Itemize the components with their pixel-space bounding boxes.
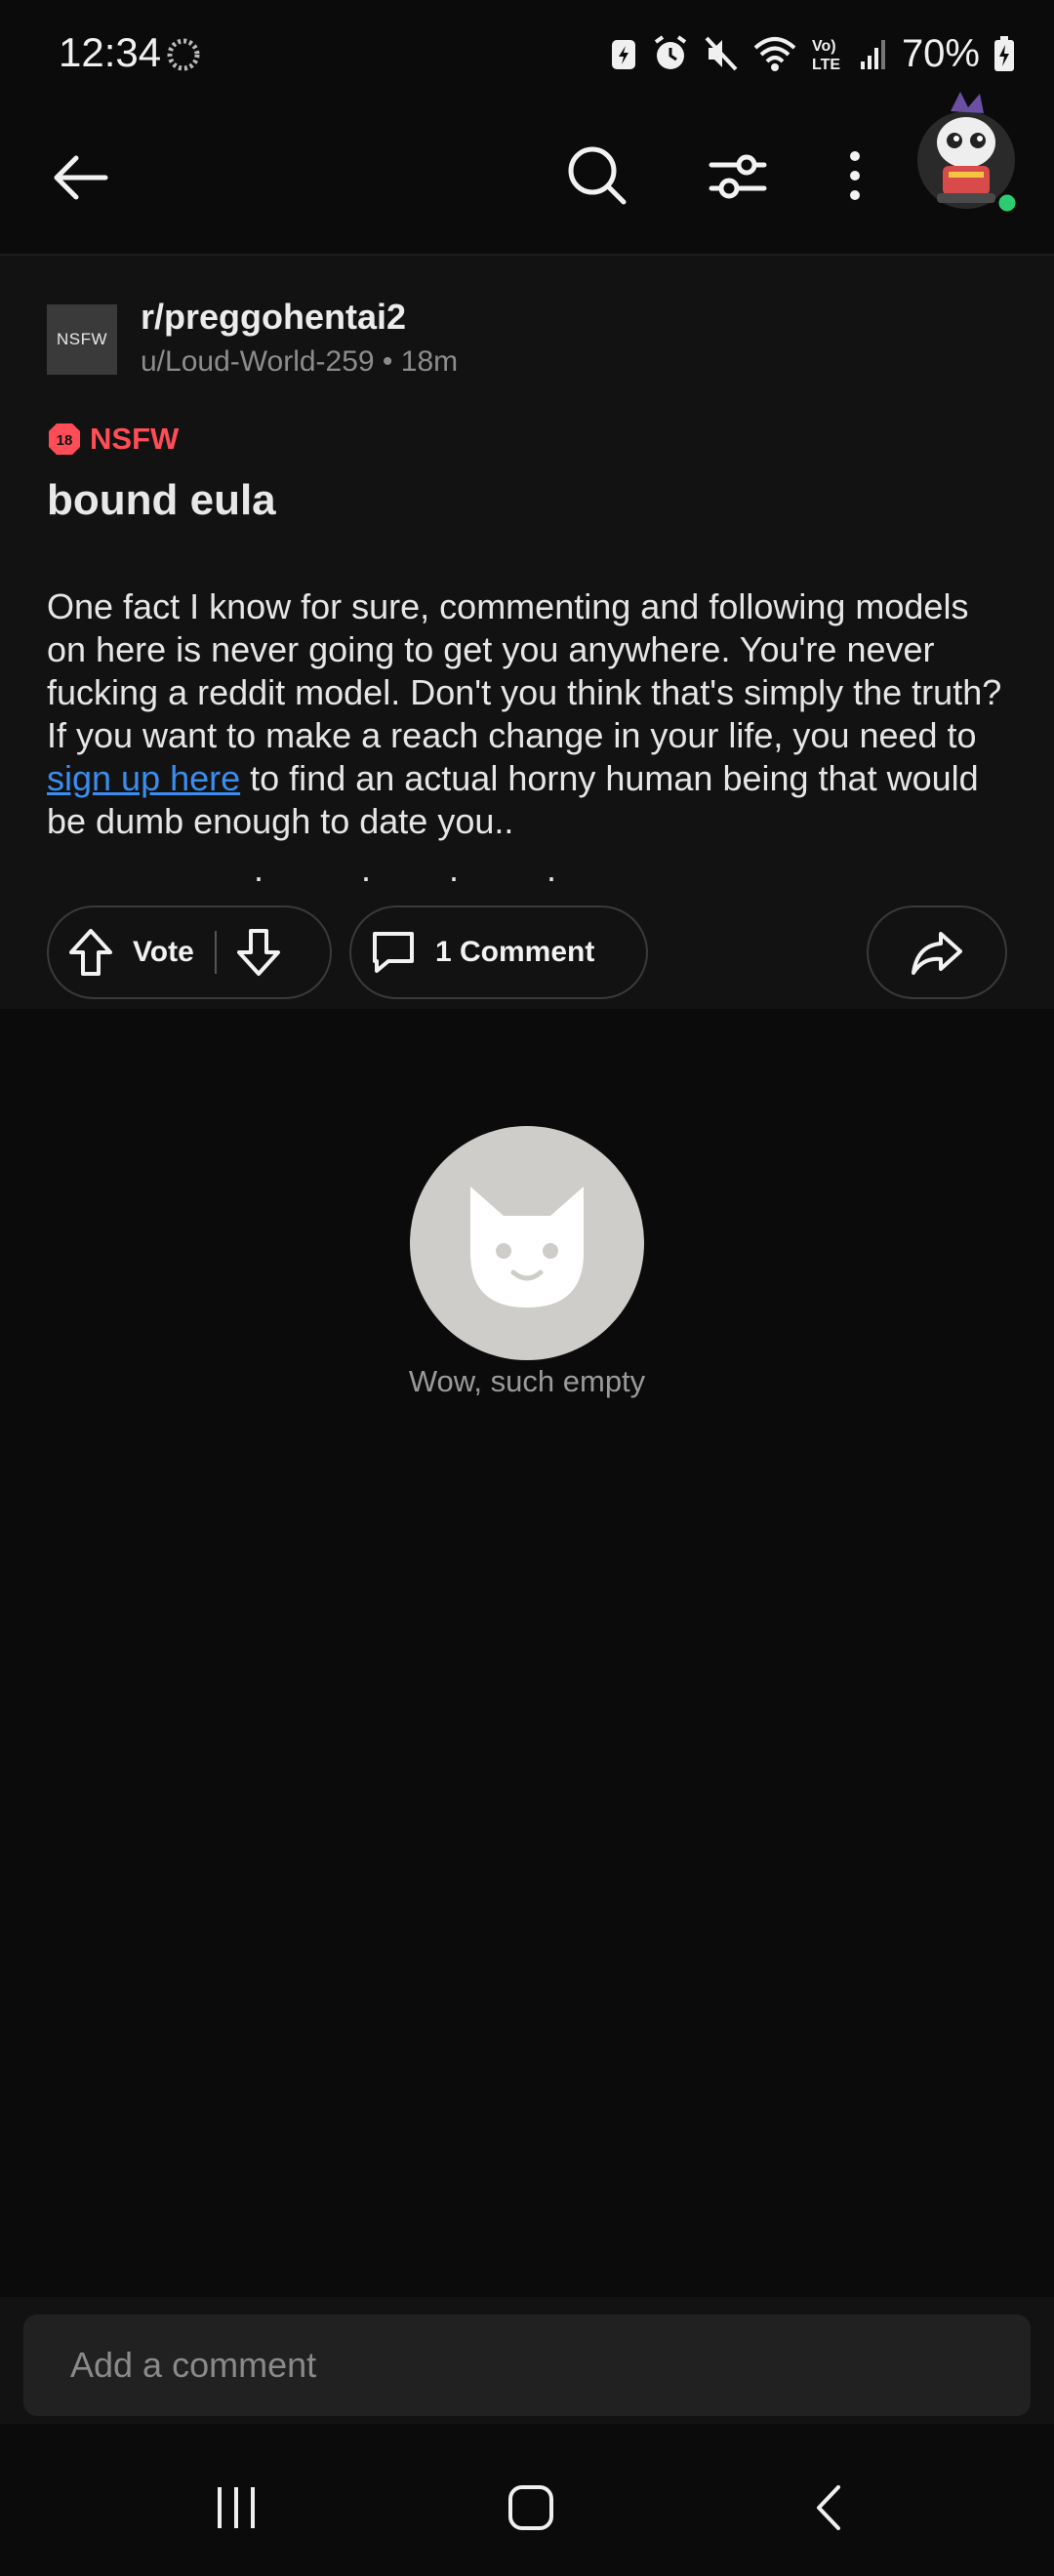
share-button[interactable] <box>867 906 1007 999</box>
filter-button[interactable] <box>697 135 779 217</box>
battery-percent: 70% <box>901 31 980 75</box>
comment-count-label: 1 Comment <box>435 936 595 968</box>
trailing-dots: . . . . <box>254 849 557 889</box>
mute-icon <box>705 36 738 71</box>
back-icon <box>817 2485 840 2530</box>
volte-icon: Vo) LTE <box>812 38 840 73</box>
comments-button[interactable]: 1 Comment <box>349 906 648 999</box>
empty-state-text: Wow, such empty <box>408 1364 646 1398</box>
filter-icon <box>709 154 767 199</box>
signal-icon <box>860 40 885 69</box>
back-button[interactable] <box>39 137 121 219</box>
comment-icon-wrap <box>351 928 435 977</box>
share-icon <box>912 932 962 975</box>
search-icon <box>568 146 627 205</box>
add-comment-input[interactable] <box>23 2314 1031 2416</box>
battery-saver-icon <box>611 40 635 69</box>
status-icons: Vo) LTE 70% <box>609 29 1015 78</box>
more-options-button[interactable] <box>816 135 894 217</box>
vote-pill: Vote <box>47 906 332 999</box>
nsfw-badge: 18 NSFW <box>47 422 179 457</box>
app-top-bar <box>0 117 1054 256</box>
more-vert-icon <box>850 151 860 200</box>
snoo-cat-icon <box>470 1187 584 1308</box>
svg-text:LTE: LTE <box>812 57 840 73</box>
system-back-button[interactable] <box>781 2469 878 2547</box>
loading-icon <box>167 38 200 71</box>
search-button[interactable] <box>556 135 638 217</box>
recent-apps-button[interactable] <box>187 2469 285 2547</box>
battery-icon <box>994 36 1014 71</box>
status-time: 12:34 <box>59 29 162 75</box>
back-arrow-icon <box>54 155 108 200</box>
home-button[interactable] <box>482 2469 580 2547</box>
subreddit-name[interactable]: r/preggohentai2 <box>141 297 406 338</box>
alarm-icon <box>654 35 687 69</box>
post-meta[interactable]: u/Loud-World-259 • 18m <box>141 345 458 379</box>
vote-label: Vote <box>133 936 194 968</box>
svg-text:Vo): Vo) <box>812 38 836 55</box>
recent-apps-icon <box>218 2487 255 2528</box>
sign-up-link[interactable]: sign up here <box>47 758 240 798</box>
post-body: One fact I know for sure, commenting and… <box>47 585 1013 843</box>
avatar[interactable] <box>912 88 1025 217</box>
nsfw-label: NSFW <box>90 422 180 456</box>
svg-text:18: 18 <box>57 432 73 449</box>
subreddit-avatar[interactable]: NSFW <box>47 304 117 375</box>
online-indicator <box>995 191 1019 215</box>
upvote-button[interactable] <box>49 928 133 977</box>
wifi-icon <box>753 37 796 71</box>
home-icon <box>508 2485 553 2530</box>
post-title: bound eula <box>47 476 276 524</box>
post-body-text: One fact I know for sure, commenting and… <box>47 586 1002 755</box>
nsfw-18-icon: 18 <box>49 423 80 455</box>
downvote-button[interactable] <box>217 928 301 977</box>
avatar-image <box>917 92 1019 215</box>
upvote-icon <box>69 929 112 976</box>
empty-state-illustration <box>410 1126 644 1360</box>
downvote-icon <box>237 929 280 976</box>
comment-icon <box>373 932 414 973</box>
